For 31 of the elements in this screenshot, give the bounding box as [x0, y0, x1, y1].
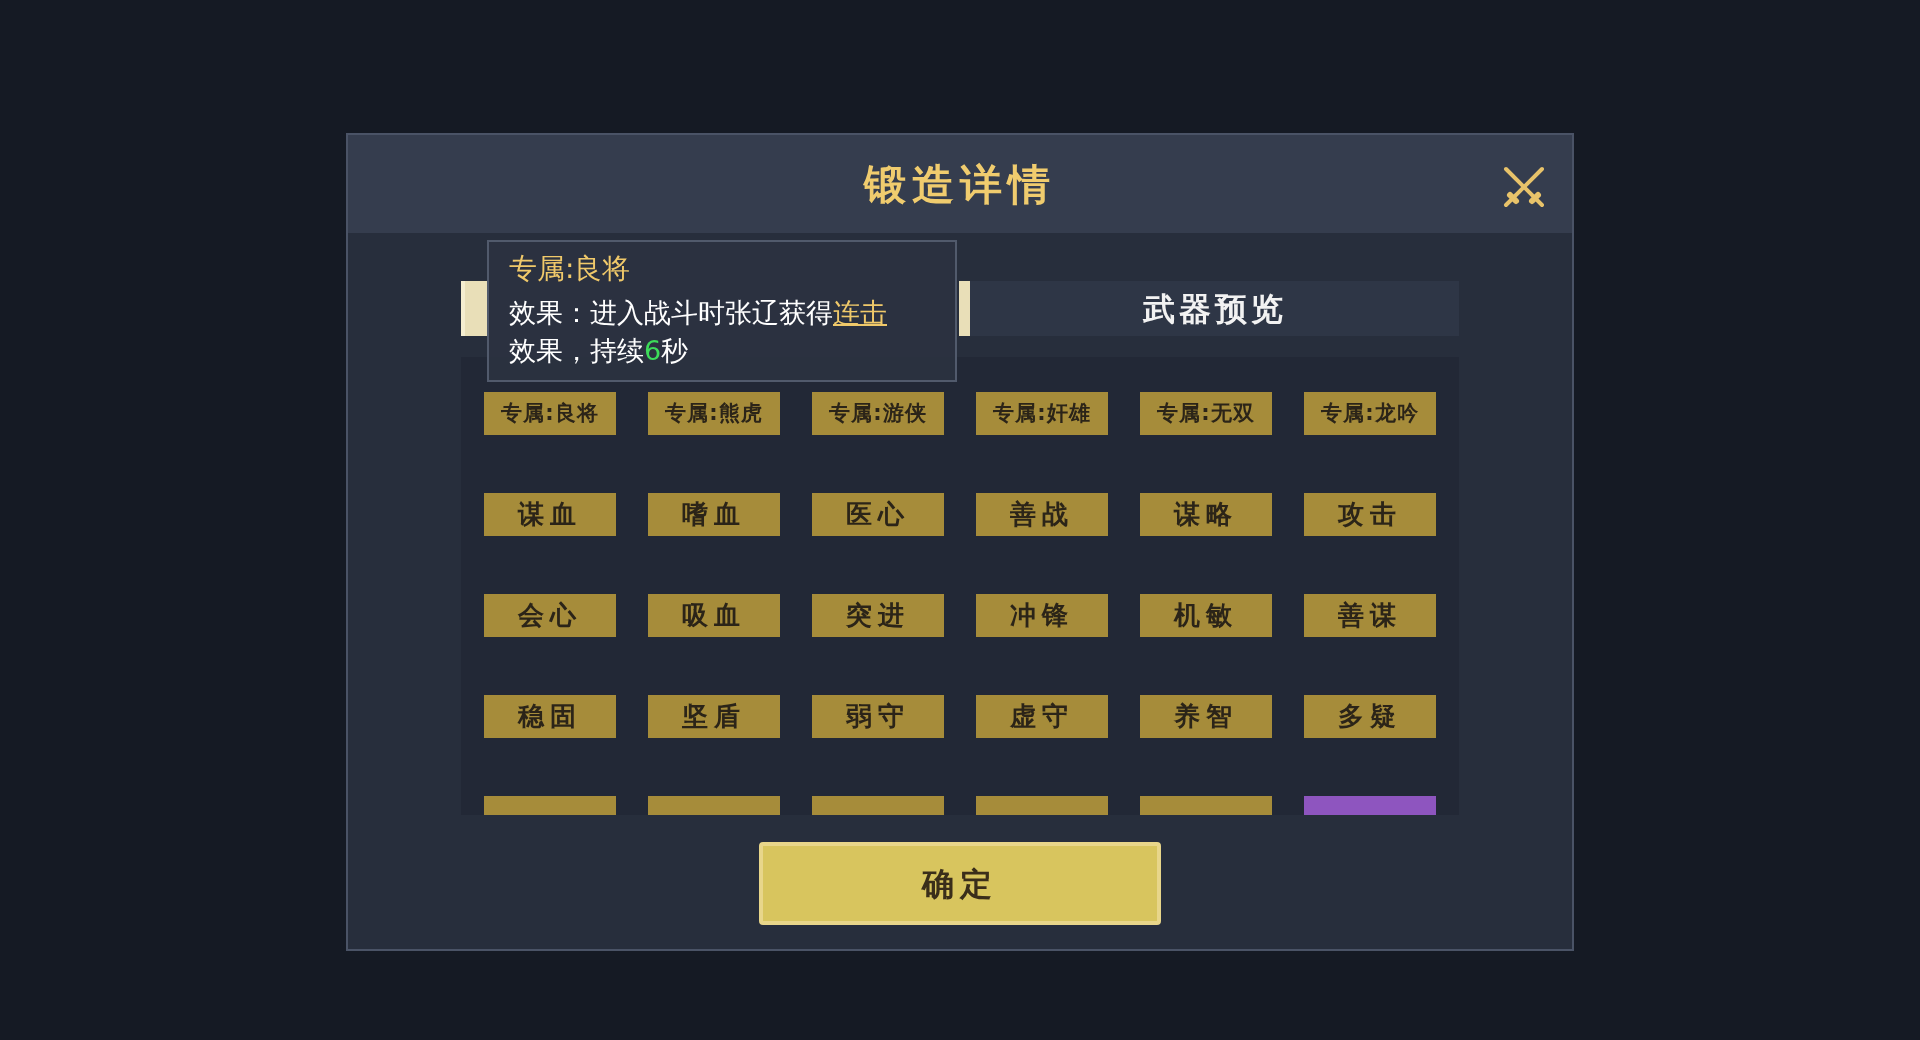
attribute-tile[interactable]: 善谋: [1304, 594, 1436, 637]
attribute-tile[interactable]: 专属:无双: [1140, 392, 1272, 435]
attribute-tile[interactable]: 坚盾: [648, 695, 780, 738]
attribute-tile[interactable]: 谋略: [1140, 493, 1272, 536]
attribute-tile[interactable]: 嗜血: [648, 493, 780, 536]
attribute-tile[interactable]: 冲锋: [976, 594, 1108, 637]
attribute-tile[interactable]: 专属:良将: [484, 392, 616, 435]
attribute-tile[interactable]: 善战: [976, 493, 1108, 536]
skill-link[interactable]: 连击: [833, 297, 887, 328]
attribute-tile[interactable]: 专属:奸雄: [976, 392, 1108, 435]
tab[interactable]: 武器预览: [959, 281, 1459, 336]
attribute-tile[interactable]: 虚守: [976, 695, 1108, 738]
attribute-tile[interactable]: 养智: [1140, 695, 1272, 738]
attribute-tile[interactable]: 吸血: [648, 594, 780, 637]
attribute-tile[interactable]: 稳固: [484, 695, 616, 738]
attribute-tile[interactable]: 谋血: [484, 493, 616, 536]
tooltip-title: 专属:良将: [509, 251, 632, 287]
attribute-tile[interactable]: 多疑: [1304, 695, 1436, 738]
attribute-tile[interactable]: 专属:龙吟: [1304, 392, 1436, 435]
tab[interactable]: [461, 281, 487, 336]
dialog-title: 锻造详情: [864, 158, 1056, 211]
attribute-tile[interactable]: 突进: [812, 594, 944, 637]
attribute-tile[interactable]: 专属:游侠: [812, 392, 944, 435]
confirm-button[interactable]: 确定: [759, 842, 1161, 925]
attribute-tile[interactable]: 弱守: [812, 695, 944, 738]
tooltip-description: 效果：进入战斗时张辽获得连击 效果，持续6秒: [509, 296, 888, 368]
attribute-tile[interactable]: 攻击: [1304, 493, 1436, 536]
attribute-tile[interactable]: 会心: [484, 594, 616, 637]
attribute-tile[interactable]: 专属:熊虎: [648, 392, 780, 435]
attribute-tile[interactable]: 医心: [812, 493, 944, 536]
attribute-tile[interactable]: 机敏: [1140, 594, 1272, 637]
